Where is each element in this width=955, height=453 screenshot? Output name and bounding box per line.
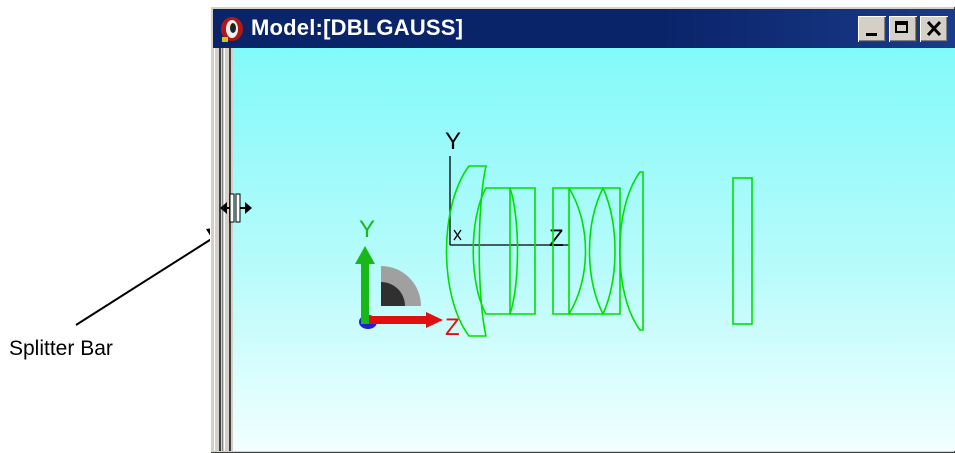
minimize-button[interactable] xyxy=(858,16,886,42)
image-plane xyxy=(732,177,753,325)
triad-z-label: Z xyxy=(445,314,460,341)
model-viewport[interactable]: Y Z Y Z xyxy=(233,48,955,451)
lens-element-6 xyxy=(601,187,621,315)
lens-elements xyxy=(445,165,753,337)
title-bar[interactable]: Model:[DBLGAUSS] xyxy=(213,9,955,48)
lens-axis-y-label: Y xyxy=(445,128,461,155)
orientation-triad xyxy=(355,246,443,329)
close-button[interactable] xyxy=(920,16,948,42)
model-window: Model:[DBLGAUSS] Y Z Y Z xyxy=(210,6,955,453)
lens-element-3 xyxy=(508,187,536,315)
lens-element-1 xyxy=(445,165,487,337)
splitter-resize-cursor-icon xyxy=(220,193,252,223)
close-icon xyxy=(926,20,942,37)
splitter-bar[interactable] xyxy=(213,48,233,451)
lens-element-7 xyxy=(618,171,644,331)
maximize-button[interactable] xyxy=(889,16,917,42)
callout-label-splitter-bar: Splitter Bar xyxy=(9,337,113,360)
lens-app-icon xyxy=(221,17,243,42)
lens-axis-z-label: Z xyxy=(549,225,564,252)
window-title: Model:[DBLGAUSS] xyxy=(251,15,464,40)
triad-y-label: Y xyxy=(359,216,375,243)
